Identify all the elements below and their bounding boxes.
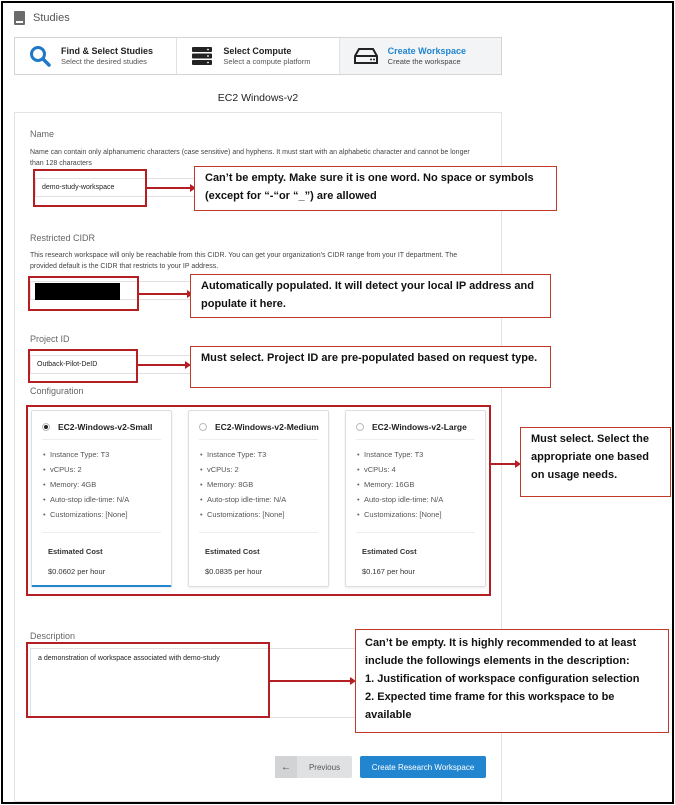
studies-title: Studies <box>33 12 70 24</box>
studies-header[interactable]: Studies <box>14 11 70 25</box>
create-button-label: Create Research Workspace <box>371 762 475 772</box>
cidr-highlight-box <box>28 276 139 311</box>
step-create-workspace[interactable]: Create Workspace Create the workspace <box>338 38 501 74</box>
previous-button-label: Previous <box>308 762 341 772</box>
hard-drive-icon <box>353 48 378 64</box>
name-callout: Can’t be empty. Make sure it is one word… <box>194 166 557 211</box>
cidr-label: Restricted CIDR <box>30 233 96 243</box>
step-description: Select the desired studies <box>61 56 147 66</box>
step-find-select-studies[interactable]: Find & Select Studies Select the desired… <box>15 38 176 74</box>
previous-button[interactable]: ← Previous <box>275 756 352 778</box>
arrow-left-icon: ← <box>275 756 297 778</box>
description-label: Description <box>30 631 76 641</box>
description-callout-item-2: 2. Expected time frame for this workspac… <box>365 691 615 721</box>
name-label: Name <box>30 129 55 139</box>
description-arrow <box>270 677 356 685</box>
description-highlight-box <box>26 642 270 718</box>
project-id-arrow <box>138 361 191 369</box>
cidr-help-text: This research workspace will only be rea… <box>30 252 458 270</box>
book-icon <box>14 11 25 25</box>
project-id-highlight-box <box>28 349 138 383</box>
cidr-arrow <box>139 290 193 298</box>
create-research-workspace-button[interactable]: Create Research Workspace <box>360 756 486 778</box>
step-title: Select Compute <box>223 45 292 56</box>
step-description: Create the workspace <box>387 56 461 66</box>
step-title: Create Workspace <box>387 45 467 56</box>
step-title: Find & Select Studies <box>61 45 154 56</box>
project-id-callout: Must select. Project ID are pre-populate… <box>190 346 551 388</box>
name-arrow <box>147 184 196 192</box>
configuration-highlight-box <box>26 405 491 596</box>
cidr-callout: Automatically populated. It will detect … <box>190 274 551 318</box>
name-highlight-box <box>33 169 147 207</box>
step-description: Select a compute platform <box>223 56 311 66</box>
project-id-label: Project ID <box>30 334 70 344</box>
description-callout: Can’t be empty. It is highly recommended… <box>355 629 669 733</box>
description-callout-item-1: 1. Justification of workspace configurat… <box>365 673 640 685</box>
wizard-steps: Find & Select Studies Select the desired… <box>14 37 502 75</box>
page-title: EC2 Windows-v2 <box>217 92 299 104</box>
step-select-compute[interactable]: Select Compute Select a compute platform <box>176 38 338 74</box>
configuration-callout: Must select. Select the appropriate one … <box>520 427 671 497</box>
configuration-label: Configuration <box>30 386 84 396</box>
description-callout-intro: Can’t be empty. It is highly recommended… <box>365 637 637 667</box>
search-icon <box>30 46 51 67</box>
server-icon <box>192 47 213 65</box>
configuration-arrow <box>491 460 521 468</box>
